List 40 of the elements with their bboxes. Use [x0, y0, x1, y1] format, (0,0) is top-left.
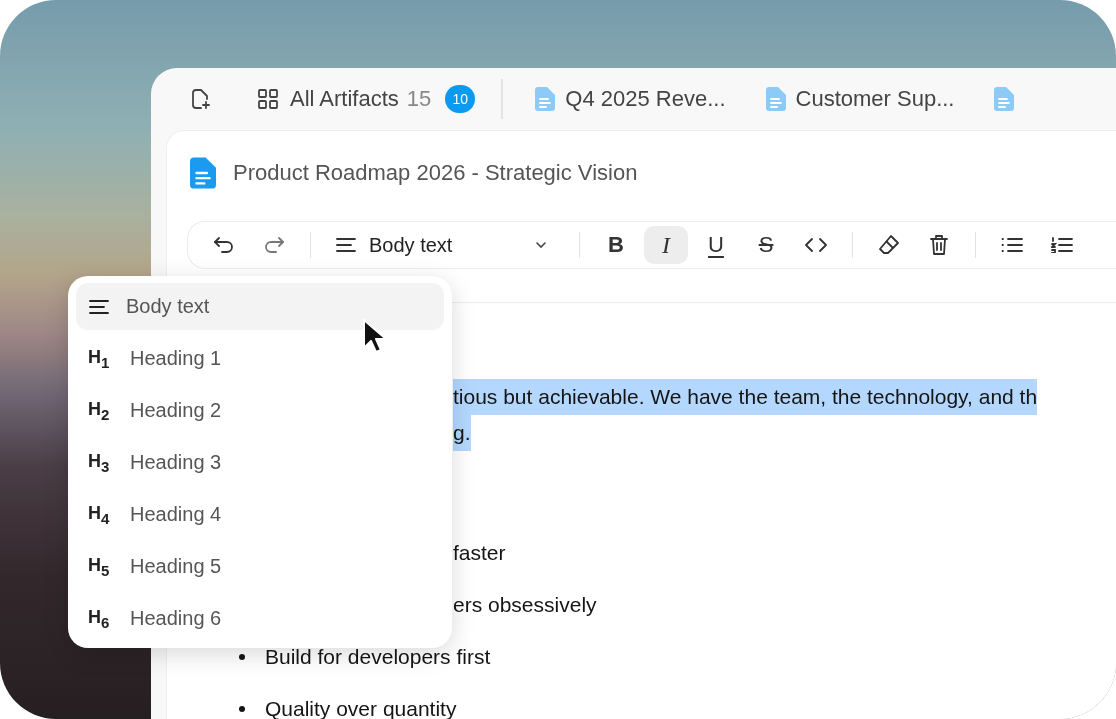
code-icon — [804, 237, 828, 253]
menu-item[interactable]: H$_{1}$ Heading 1 — [76, 335, 444, 382]
format-button[interactable]: B — [594, 226, 638, 264]
document-icon — [535, 87, 556, 111]
menu-item[interactable]: Body text — [76, 283, 444, 330]
paragraph-text: faster — [453, 540, 506, 566]
menu-item[interactable]: H$_{4}$ Heading 4 — [76, 491, 444, 538]
undo-icon — [213, 236, 235, 254]
paragraph-text: tious but achievable. We have the team, the technology, and th — [453, 379, 1038, 415]
list-item-text: Build for developers first — [265, 644, 491, 670]
trash-icon — [929, 234, 949, 256]
document-tab[interactable]: Q4 2025 Reve... — [515, 77, 746, 121]
document-tab[interactable]: Customer Sup... — [745, 77, 975, 121]
format-button[interactable]: U — [694, 226, 738, 264]
redo-icon — [263, 236, 285, 254]
document-icon — [190, 157, 216, 189]
paragraph-icon — [88, 298, 110, 315]
document-icon — [994, 87, 1015, 111]
all-artifacts-tab[interactable]: All Artifacts 15 10 — [236, 77, 496, 121]
bullet-icon — [239, 654, 245, 660]
numbered-list-icon — [1051, 237, 1073, 253]
notification-badge: 10 — [445, 85, 476, 113]
document-icon — [765, 87, 786, 111]
format-button[interactable]: I — [644, 226, 688, 264]
paragraph-text: g. — [453, 415, 471, 451]
bullet-list-icon — [1001, 237, 1023, 253]
eraser-icon — [878, 234, 900, 256]
menu-item[interactable]: H$_{6}$ Heading 6 — [76, 595, 444, 642]
menu-item[interactable]: H$_{5}$ Heading 5 — [76, 543, 444, 590]
chevron-down-icon — [535, 241, 547, 249]
artifact-count: 15 — [406, 86, 432, 112]
paragraph-icon — [335, 237, 357, 253]
paragraph-text: ers obsessively — [453, 592, 597, 618]
menu-item[interactable]: H$_{3}$ Heading 3 — [76, 439, 444, 486]
document-title: Product Roadmap 2026 - Strategic Vision — [233, 160, 638, 186]
format-button[interactable]: S — [744, 226, 788, 264]
bullet-icon — [239, 706, 245, 712]
grid-icon — [256, 87, 280, 111]
block-type-dropdown[interactable]: Body text — [325, 226, 565, 264]
menu-item[interactable]: H$_{2}$ Heading 2 — [76, 387, 444, 434]
